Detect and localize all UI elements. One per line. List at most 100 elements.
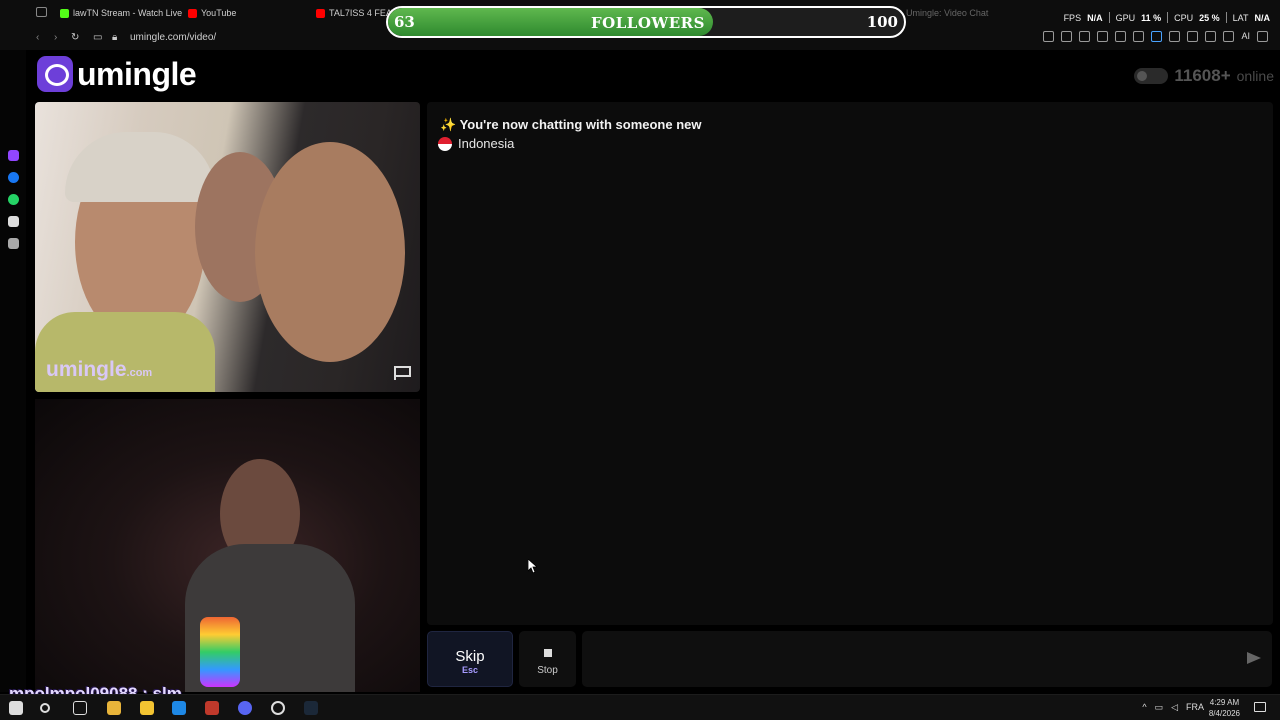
- extensions-toolbar: AI: [1043, 31, 1268, 42]
- skip-label: Skip: [455, 648, 485, 665]
- browser-sidebar: [0, 50, 26, 692]
- country-name: Indonesia: [458, 136, 515, 151]
- store-icon[interactable]: [140, 701, 154, 715]
- shield-icon[interactable]: [1079, 31, 1091, 42]
- x-icon[interactable]: [8, 238, 19, 249]
- indonesia-flag-icon: [438, 136, 452, 151]
- tab-youtube[interactable]: YouTube: [188, 4, 236, 22]
- person-face: [255, 142, 405, 362]
- tab-overview-icon[interactable]: [36, 7, 47, 17]
- stop-button[interactable]: Stop: [519, 631, 576, 687]
- tab-youtube-music[interactable]: TAL7ISS 4 FEAT: [316, 4, 397, 22]
- online-count: 11608+: [1174, 66, 1231, 85]
- tab-label: lawTN Stream - Watch Live: [73, 8, 183, 18]
- stop-label: Stop: [537, 665, 558, 676]
- menu-icon[interactable]: [1257, 31, 1268, 42]
- theme-toggle[interactable]: [1134, 68, 1169, 84]
- chat-status-text: You're now chatting with someone new: [459, 117, 702, 132]
- kick-icon: [60, 8, 69, 18]
- site-logo[interactable]: umingle: [77, 56, 197, 93]
- clock[interactable]: 4:29 AM 8/4/2026: [1209, 697, 1240, 719]
- tab-label: Umingle: Video Chat: [906, 8, 989, 18]
- stranger-video: umingle.com: [35, 102, 420, 392]
- obs-icon[interactable]: [271, 701, 285, 715]
- divider: [1167, 12, 1169, 23]
- chat-panel: ✨ You're now chatting with someone new I…: [427, 102, 1273, 625]
- tab-label: YouTube: [201, 8, 237, 18]
- language-indicator[interactable]: FRA: [1186, 702, 1204, 713]
- forward-icon[interactable]: ›: [54, 32, 57, 43]
- report-flag-icon[interactable]: [394, 366, 411, 380]
- performance-overlay: FPS N/A GPU 11 % CPU 25 % LAT N/A: [1064, 12, 1270, 23]
- hijab: [65, 132, 215, 202]
- windows-start-icon[interactable]: [9, 701, 23, 715]
- message-input[interactable]: [582, 631, 1272, 687]
- divider: [1108, 12, 1110, 23]
- umingle-logo-icon[interactable]: [37, 56, 73, 92]
- stop-icon: [543, 649, 552, 657]
- clock-date: 8/4/2026: [1208, 709, 1240, 718]
- send-icon[interactable]: [1247, 652, 1261, 664]
- download-icon[interactable]: [1223, 31, 1235, 42]
- rgb-light: [200, 617, 240, 687]
- fps-value: N/A: [1087, 12, 1103, 23]
- skip-button[interactable]: Skip Esc: [427, 631, 513, 687]
- online-indicator: 11608+ online: [1134, 66, 1274, 86]
- puzzle-icon[interactable]: [1169, 31, 1181, 42]
- ai-button[interactable]: AI: [1241, 31, 1250, 42]
- self-video: [35, 399, 420, 692]
- chat-status: ✨ You're now chatting with someone new: [440, 117, 702, 133]
- watermark-suffix: .com: [126, 367, 153, 379]
- camera-icon[interactable]: ▭: [93, 32, 102, 43]
- divider: [1225, 12, 1227, 23]
- cpu-value: 25 %: [1199, 12, 1220, 23]
- play-icon[interactable]: [1097, 31, 1109, 42]
- followers-label: FOLLOWERS: [591, 14, 705, 32]
- file-explorer-icon[interactable]: [107, 701, 121, 715]
- cloud-icon[interactable]: [1133, 31, 1145, 42]
- youtube-icon: [316, 8, 325, 18]
- mail-icon[interactable]: [172, 701, 186, 715]
- followers-target: 100: [866, 13, 898, 31]
- discord-icon[interactable]: [238, 701, 252, 715]
- volume-icon[interactable]: ◁: [1171, 702, 1178, 713]
- reload-icon[interactable]: ↻: [71, 32, 79, 43]
- notification-icon[interactable]: [1254, 702, 1266, 712]
- system-tray: ^ ▭ ◁ FRA: [1142, 702, 1204, 713]
- mouse-cursor-icon: [528, 559, 537, 573]
- messenger-icon[interactable]: [8, 172, 19, 183]
- youtube-icon: [188, 8, 197, 18]
- lat-label: LAT: [1232, 12, 1249, 23]
- search-icon[interactable]: [40, 703, 50, 713]
- history-icon[interactable]: [1205, 31, 1217, 42]
- tab-kick-stream[interactable]: lawTN Stream - Watch Live: [60, 4, 182, 22]
- pin-icon[interactable]: [1043, 31, 1055, 42]
- lat-value: N/A: [1254, 12, 1271, 23]
- steam-icon[interactable]: [304, 701, 318, 715]
- screenshot-icon[interactable]: [1061, 31, 1073, 42]
- opera-gx-icon[interactable]: [205, 701, 219, 715]
- twitch-icon[interactable]: [8, 150, 19, 161]
- online-label: online: [1236, 68, 1274, 84]
- heart-icon[interactable]: [1115, 31, 1127, 42]
- network-icon[interactable]: ▭: [1155, 702, 1164, 713]
- fps-label: FPS: [1063, 12, 1082, 23]
- lock-icon[interactable]: 🔒︎: [112, 32, 117, 43]
- umingle-watermark: umingle.com: [46, 358, 152, 382]
- back-icon[interactable]: ‹: [36, 32, 39, 43]
- extension-icon[interactable]: [1151, 31, 1163, 42]
- gpu-value: 11 %: [1141, 12, 1162, 23]
- tiktok-icon[interactable]: [8, 216, 19, 227]
- gpu-label: GPU: [1115, 12, 1136, 23]
- task-view-icon[interactable]: [73, 701, 87, 715]
- windows-taskbar: ^ ▭ ◁ FRA 4:29 AM 8/4/2026: [0, 694, 1280, 720]
- followers-goal-bar: 63 FOLLOWERS 100: [386, 6, 906, 38]
- vpn-icon[interactable]: [1187, 31, 1199, 42]
- tab-umingle[interactable]: Umingle: Video Chat: [906, 4, 988, 22]
- skip-shortcut: Esc: [461, 665, 478, 675]
- whatsapp-icon[interactable]: [8, 194, 19, 205]
- cpu-label: CPU: [1174, 12, 1194, 23]
- watermark-main: umingle: [46, 358, 127, 381]
- url-field[interactable]: umingle.com/video/: [130, 32, 216, 43]
- chevron-up-icon[interactable]: ^: [1142, 702, 1146, 713]
